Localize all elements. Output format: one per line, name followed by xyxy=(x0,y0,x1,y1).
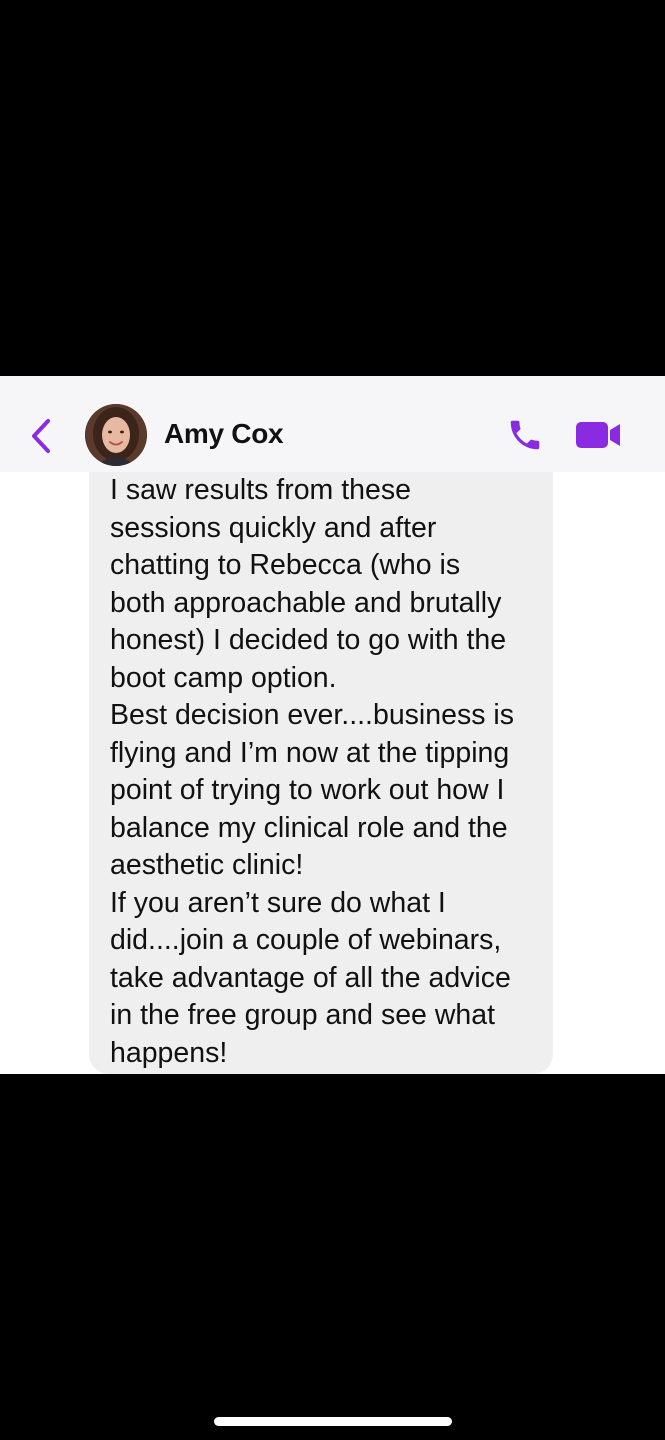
avatar[interactable] xyxy=(85,404,147,466)
call-button[interactable] xyxy=(505,416,545,454)
message-line: both approachable and brutally xyxy=(110,586,502,619)
video-camera-icon xyxy=(576,422,620,448)
chat-conversation: I saw results from these sessions quickl… xyxy=(0,376,665,1074)
message-line: point of trying to work out how I xyxy=(110,774,505,806)
phone-icon xyxy=(510,420,540,450)
message-line: aesthetic clinic! xyxy=(110,849,304,881)
message-line: happens! xyxy=(110,1036,228,1069)
message-line: boot camp option. xyxy=(110,661,337,694)
message-line: flying and I’m now at the tipping xyxy=(110,736,510,769)
avatar-photo xyxy=(85,404,147,466)
home-indicator[interactable] xyxy=(214,1417,452,1426)
message-text: I saw results from these sessions quickl… xyxy=(110,472,550,1072)
message-line: chatting to Rebecca (who is xyxy=(110,549,461,581)
message-line: I saw results from these xyxy=(110,474,411,506)
top-black-area xyxy=(0,0,665,376)
chevron-left-icon xyxy=(32,419,50,453)
bottom-black-area xyxy=(0,1074,665,1440)
chat-header: Amy Cox xyxy=(0,376,665,472)
screenshot-frame: I saw results from these sessions quickl… xyxy=(0,0,665,1440)
message-line: in the free group and see what xyxy=(110,999,496,1031)
message-line: If you aren’t sure do what I xyxy=(110,886,446,919)
message-line: Best decision ever....business is xyxy=(110,699,514,731)
message-line: honest) I decided to go with the xyxy=(110,624,507,656)
message-line: sessions quickly and after xyxy=(110,511,437,544)
message-line: balance my clinical role and the xyxy=(110,811,508,844)
message-line: take advantage of all the advice xyxy=(110,961,511,994)
contact-name[interactable]: Amy Cox xyxy=(164,418,284,450)
message-line: did....join a couple of webinars, xyxy=(110,924,502,956)
video-call-button[interactable] xyxy=(574,420,624,450)
back-button[interactable] xyxy=(26,416,58,456)
